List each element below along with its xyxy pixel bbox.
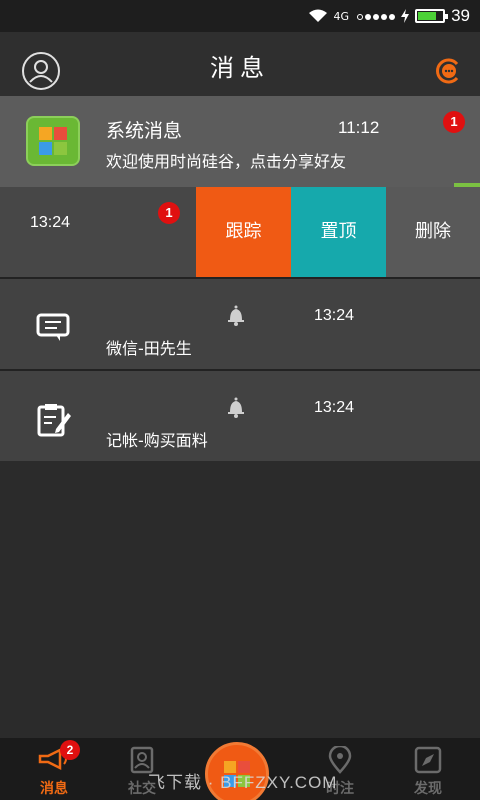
- tab-label: 消息: [40, 781, 68, 797]
- message-time: 13:24: [30, 214, 71, 231]
- empty-list-area: [0, 462, 480, 738]
- chat-icon: [36, 313, 70, 341]
- delete-button[interactable]: 删除: [386, 187, 480, 277]
- unread-badge: 1: [158, 202, 180, 224]
- status-bar: 4G 39: [0, 0, 480, 32]
- app-logo-icon: [26, 116, 80, 166]
- message-title: 微信-田先生: [106, 339, 192, 358]
- tab-discover[interactable]: 发现: [388, 738, 468, 800]
- note-edit-icon: [37, 404, 71, 437]
- bell-icon: [228, 397, 244, 418]
- page-title: 消息: [210, 54, 270, 82]
- message-time: 13:24: [314, 399, 355, 416]
- app-header: 消息: [0, 32, 480, 96]
- compass-icon: [414, 746, 442, 774]
- system-message-row[interactable]: 系统消息 11:12 欢迎使用时尚硅谷，点击分享好友 1: [0, 96, 480, 187]
- message-time: 11:12: [338, 118, 380, 137]
- network-type: 4G: [333, 9, 350, 23]
- tab-label: 发现: [414, 781, 442, 797]
- pin-to-top-button[interactable]: 置顶: [291, 187, 386, 277]
- battery-icon: [415, 9, 449, 23]
- battery-fill: [418, 12, 437, 20]
- list-item[interactable]: 13:24 记帐-购买面料: [0, 371, 480, 461]
- message-time: 13:24: [314, 307, 355, 324]
- wifi-icon: [308, 9, 327, 22]
- status-time: 39: [451, 6, 470, 25]
- message-preview: 欢迎使用时尚硅谷，点击分享好友: [106, 152, 347, 171]
- list-item[interactable]: 13:24 微信-田先生: [0, 279, 480, 369]
- charging-icon: [401, 9, 410, 23]
- tab-badge: 2: [60, 740, 80, 760]
- message-title: 记帐-购买面料: [106, 431, 208, 450]
- signal-icon: [355, 10, 396, 23]
- tab-messages[interactable]: 2 消息: [14, 738, 94, 800]
- track-button[interactable]: 跟踪: [196, 187, 291, 277]
- service-button[interactable]: [432, 56, 462, 86]
- watermark-text: 飞下载 · BFFZXY.COM: [148, 773, 338, 792]
- message-sender: 系统消息: [106, 120, 183, 142]
- status-icons: 4G 39: [308, 0, 470, 32]
- chat-bubble-icon: [436, 58, 459, 84]
- bell-icon: [228, 305, 244, 326]
- unread-badge: 1: [443, 111, 465, 133]
- swiped-message-row[interactable]: 13:24 1 跟踪 置顶 删除: [0, 187, 480, 277]
